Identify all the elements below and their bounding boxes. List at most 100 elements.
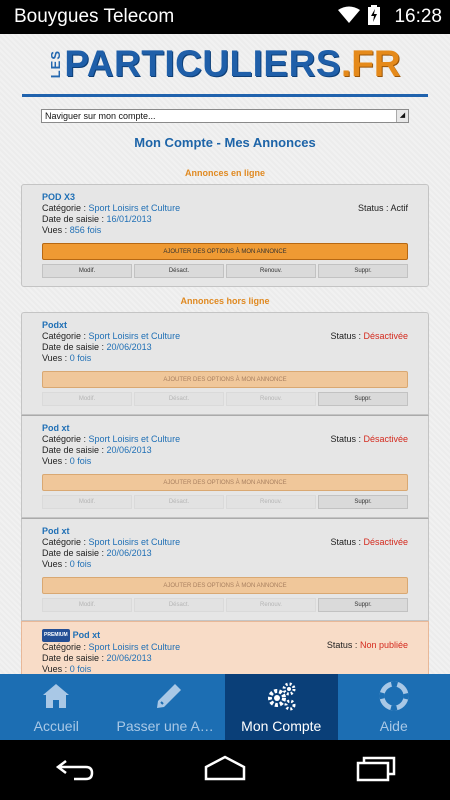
ad-status: Status : Désactivée	[330, 434, 408, 444]
tab-passer-annonce[interactable]: Passer une Annonce	[113, 674, 226, 740]
status-label: Status :	[330, 537, 364, 547]
ad-status: Status : Non publiée	[327, 640, 408, 650]
category-label: Catégorie :	[42, 642, 89, 652]
modify-button: Modif.	[42, 392, 132, 406]
delete-button[interactable]: Suppr.	[318, 495, 408, 509]
ad-status-value: Actif	[390, 203, 408, 213]
ad-status-value: Non publiée	[359, 640, 408, 650]
section-title-online: Annonces en ligne	[184, 168, 265, 178]
tab-aide[interactable]: Aide	[338, 674, 450, 740]
renew-button[interactable]: Renouv.	[226, 264, 316, 278]
date-label: Date de saisie :	[42, 342, 107, 352]
gears-icon	[265, 680, 297, 715]
date-label: Date de saisie :	[42, 214, 107, 224]
add-options-button: AJOUTER DES OPTIONS À MON ANNONCE	[42, 371, 408, 388]
deactivate-button[interactable]: Désact.	[134, 264, 224, 278]
date-label: Date de saisie :	[42, 445, 107, 455]
back-icon[interactable]	[52, 753, 98, 788]
tab-label: Accueil	[33, 718, 79, 734]
deactivate-button: Désact.	[134, 495, 224, 509]
select-arrow-icon: ◢	[396, 110, 408, 122]
renew-button: Renouv.	[226, 392, 316, 406]
ad-status: Status : Désactivée	[330, 537, 408, 547]
page-title: Mon Compte - Mes Annonces	[134, 135, 316, 150]
header-divider	[22, 94, 428, 97]
ad-card-premium: PREMIUM Pod xt Catégorie : Sport Loisirs …	[21, 621, 429, 674]
modify-button: Modif.	[42, 495, 132, 509]
pencil-icon	[153, 680, 185, 715]
category-label: Catégorie :	[42, 537, 89, 547]
tab-mon-compte[interactable]: Mon Compte	[225, 674, 338, 740]
ad-status: Status : Actif	[358, 203, 408, 213]
add-options-button: AJOUTER DES OPTIONS À MON ANNONCE	[42, 577, 408, 594]
logo-prefix: LES	[48, 49, 64, 79]
ad-date: 20/06/2013	[106, 548, 152, 558]
ad-actions: Modif. Désact. Renouv. Suppr.	[42, 495, 408, 509]
ad-category: Sport Loisirs et Culture	[88, 434, 181, 444]
battery-charging-icon	[368, 4, 381, 30]
ad-actions: Modif. Désact. Renouv. Suppr.	[42, 392, 408, 406]
logo-name: PARTICULIERS	[64, 43, 342, 84]
site-logo[interactable]: LES PARTICULIERS .FR	[0, 34, 450, 94]
deactivate-button: Désact.	[134, 392, 224, 406]
renew-button: Renouv.	[226, 598, 316, 612]
ad-title[interactable]: Pod xt	[42, 526, 408, 537]
tab-accueil[interactable]: Accueil	[0, 674, 113, 740]
tab-label: Passer une Annonce	[116, 718, 226, 734]
ad-card: Podxt Catégorie : Sport Loisirs et Cultu…	[21, 312, 429, 415]
status-label: Status :	[326, 640, 360, 650]
ad-actions: Modif. Désact. Renouv. Suppr.	[42, 264, 408, 278]
recent-apps-icon[interactable]	[352, 753, 398, 788]
ad-category: Sport Loisirs et Culture	[88, 203, 181, 213]
modify-button: Modif.	[42, 598, 132, 612]
ad-status-value: Désactivée	[363, 537, 408, 547]
ad-category: Sport Loisirs et Culture	[88, 642, 181, 652]
date-label: Date de saisie :	[42, 548, 107, 558]
clock: 16:28	[394, 6, 442, 27]
delete-button[interactable]: Suppr.	[318, 264, 408, 278]
account-navigation-value: Naviguer sur mon compte...	[45, 111, 156, 121]
system-nav-bar	[0, 740, 450, 800]
home-button-icon[interactable]	[202, 753, 248, 788]
status-label: Status :	[330, 434, 364, 444]
bottom-tab-bar: Accueil Passer une Annonce Mon Compte Ai…	[0, 674, 450, 740]
ad-title[interactable]: Podxt	[42, 320, 408, 331]
views-label: Vues :	[42, 353, 70, 363]
delete-button[interactable]: Suppr.	[318, 392, 408, 406]
status-bar: Bouygues Telecom 16:28	[0, 0, 450, 34]
logo-tld: .FR	[341, 43, 401, 84]
ad-views: 0 fois	[69, 559, 92, 569]
ad-date: 20/06/2013	[106, 445, 152, 455]
ad-card: POD X3 Catégorie : Sport Loisirs et Cult…	[21, 184, 429, 287]
section-title-offline: Annonces hors ligne	[180, 296, 270, 306]
ad-actions: Modif. Désact. Renouv. Suppr.	[42, 598, 408, 612]
ad-views: 0 fois	[69, 456, 92, 466]
ad-status: Status : Désactivée	[330, 331, 408, 341]
ad-date: 16/01/2013	[106, 214, 152, 224]
ad-views: 0 fois	[69, 353, 92, 363]
tab-label: Aide	[379, 718, 408, 734]
ad-status-value: Désactivée	[363, 434, 408, 444]
ad-views: 856 fois	[69, 225, 102, 235]
ad-date: 20/06/2013	[106, 653, 152, 663]
delete-button[interactable]: Suppr.	[318, 598, 408, 612]
ad-status-value: Désactivée	[363, 331, 408, 341]
carrier-name: Bouygues Telecom	[14, 6, 175, 27]
ad-category: Sport Loisirs et Culture	[88, 331, 181, 341]
date-label: Date de saisie :	[42, 653, 107, 663]
category-label: Catégorie :	[42, 203, 89, 213]
status-label: Status :	[330, 331, 364, 341]
ad-date: 20/06/2013	[106, 342, 152, 352]
ad-title[interactable]: Pod xt	[42, 423, 408, 434]
renew-button: Renouv.	[226, 495, 316, 509]
page-content: LES PARTICULIERS .FR Naviguer sur mon co…	[0, 34, 450, 674]
ad-views: 0 fois	[69, 664, 92, 674]
lifebuoy-icon	[378, 680, 410, 715]
account-navigation-select[interactable]: Naviguer sur mon compte... ◢	[41, 109, 409, 123]
add-options-button: AJOUTER DES OPTIONS À MON ANNONCE	[42, 474, 408, 491]
views-label: Vues :	[42, 456, 70, 466]
modify-button[interactable]: Modif.	[42, 264, 132, 278]
category-label: Catégorie :	[42, 434, 89, 444]
add-options-button[interactable]: AJOUTER DES OPTIONS À MON ANNONCE	[42, 243, 408, 260]
ad-title[interactable]: POD X3	[42, 192, 408, 203]
